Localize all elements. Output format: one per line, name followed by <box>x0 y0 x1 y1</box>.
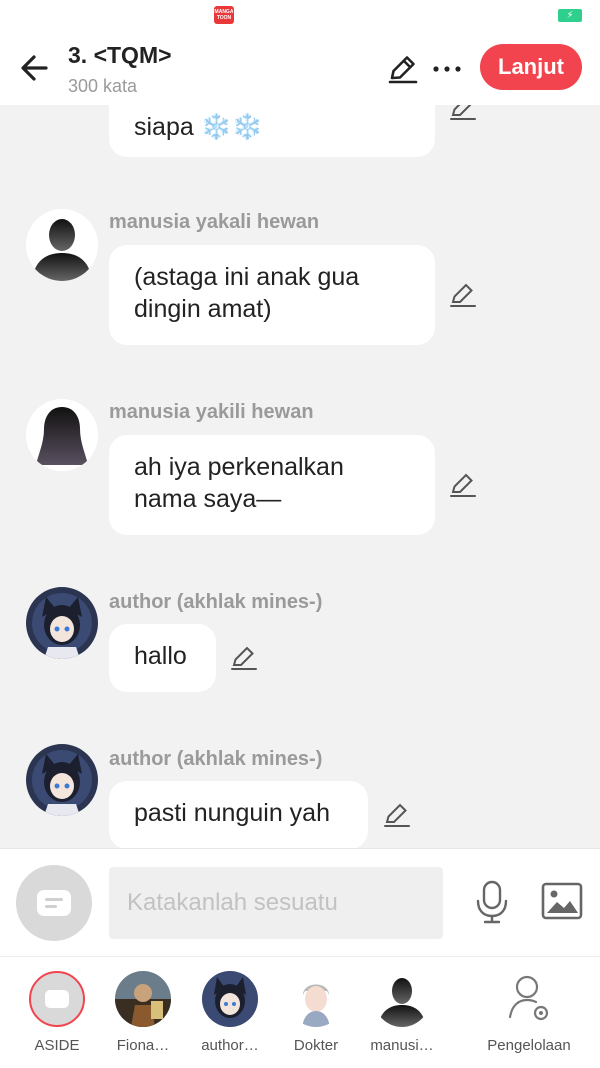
message-text: hallo <box>134 642 187 670</box>
pencil-icon[interactable] <box>382 800 412 830</box>
sender-name: author (akhlak mines-) <box>109 748 323 770</box>
tab-label: Fiona… <box>116 1037 170 1054</box>
avatar[interactable] <box>26 209 98 281</box>
aside-chat-icon <box>29 971 85 1027</box>
message-bubble[interactable]: siapa ❄️❄️ <box>109 105 435 157</box>
more-dots-icon[interactable] <box>430 52 464 86</box>
sender-name: manusia yakili hewan <box>109 401 314 423</box>
battery-charging-icon: ⚡ <box>558 9 582 22</box>
back-arrow-icon[interactable] <box>16 50 56 86</box>
image-icon[interactable] <box>540 881 584 921</box>
message-input[interactable] <box>109 867 443 939</box>
sender-name: manusia yakali hewan <box>109 211 320 233</box>
pencil-icon[interactable] <box>229 643 259 673</box>
tab-label: manusi… <box>370 1037 434 1054</box>
avatar[interactable] <box>26 744 98 816</box>
chat-bubble-icon[interactable] <box>16 865 92 941</box>
message-bubble[interactable]: (astaga ini anak gua dingin amat) <box>109 245 435 345</box>
pencil-icon[interactable] <box>448 280 478 310</box>
user-settings-icon <box>501 971 557 1027</box>
chat-area[interactable]: siapa ❄️❄️ manusia yakali hewan (astaga … <box>0 105 600 848</box>
composer <box>0 848 600 957</box>
message-text: pasti nunguin yah <box>134 799 330 827</box>
tab-aside[interactable]: ASIDE <box>12 969 102 1061</box>
avatar[interactable] <box>26 399 98 471</box>
message-text: ah iya perkenalkan nama saya— <box>134 453 344 513</box>
message-text: (astaga ini anak gua dingin amat) <box>134 263 360 323</box>
message-bubble[interactable]: pasti nunguin yah <box>109 781 368 848</box>
status-bar: MANGA TOON ⚡ <box>0 0 600 32</box>
avatar[interactable] <box>26 587 98 659</box>
tab-label: Pengelolaan <box>487 1037 571 1054</box>
tab-label: Dokter <box>293 1037 339 1054</box>
tab-label: author… <box>201 1037 259 1054</box>
pencil-icon[interactable] <box>386 52 420 86</box>
microphone-icon[interactable] <box>470 879 514 925</box>
tab-label: ASIDE <box>34 1037 80 1054</box>
avatar-manusia <box>374 971 430 1027</box>
character-tab-bar: ASIDE Fiona… author… Dokter manusi… Peng… <box>0 956 600 1068</box>
message-bubble[interactable]: hallo <box>109 624 216 692</box>
tab-author[interactable]: author… <box>185 969 275 1061</box>
avatar-fiona <box>115 971 171 1027</box>
tab-pengelolaan[interactable]: Pengelolaan <box>484 969 574 1061</box>
app-logo: MANGA TOON <box>214 6 234 24</box>
page-title: 3. <TQM> <box>68 42 172 68</box>
avatar-dokter <box>288 971 344 1027</box>
tab-dokter[interactable]: Dokter <box>271 969 361 1061</box>
tab-fiona[interactable]: Fiona… <box>98 969 188 1061</box>
word-count: 300 kata <box>68 76 138 96</box>
header: 3. <TQM> 300 kata Lanjut <box>0 32 600 105</box>
avatar-author <box>202 971 258 1027</box>
message-text: siapa ❄️❄️ <box>134 113 263 141</box>
continue-button[interactable]: Lanjut <box>480 44 582 90</box>
tab-manusia[interactable]: manusi… <box>357 969 447 1061</box>
pencil-icon[interactable] <box>448 470 478 500</box>
message-bubble[interactable]: ah iya perkenalkan nama saya— <box>109 435 435 535</box>
pencil-icon[interactable] <box>448 105 478 123</box>
sender-name: author (akhlak mines-) <box>109 591 323 613</box>
